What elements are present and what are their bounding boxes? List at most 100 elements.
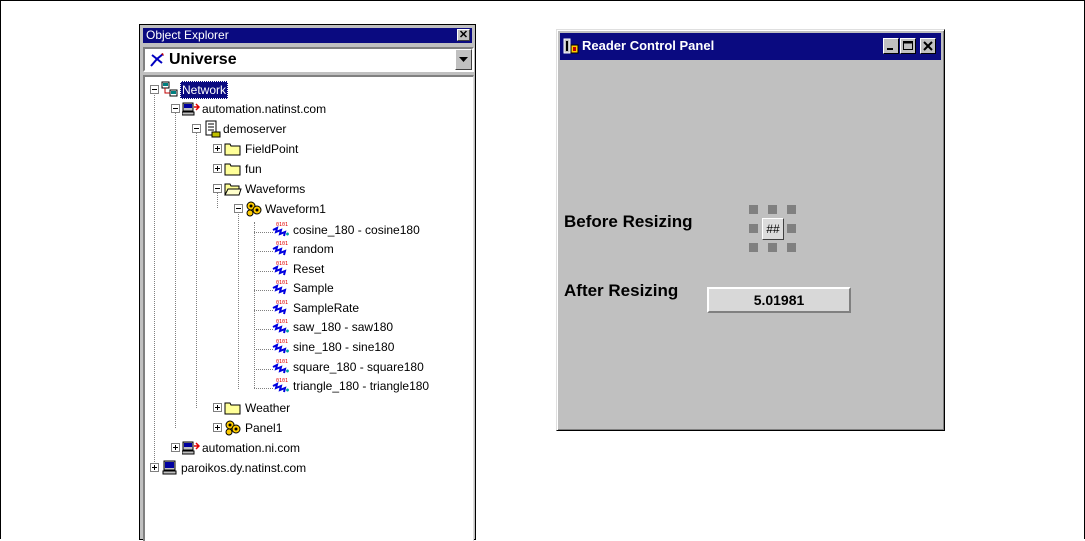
io-item-icon: 0101	[272, 280, 288, 295]
tree-node-demoserver[interactable]: demoserver	[145, 120, 465, 138]
resize-handle[interactable]	[749, 243, 758, 252]
collapse-toggle[interactable]	[234, 204, 243, 213]
tree-node-waveform1[interactable]: Waveform1	[145, 200, 465, 218]
close-button[interactable]: ✕	[457, 29, 470, 41]
io-item-icon: 0101	[272, 378, 289, 393]
universe-dropdown[interactable]: Universe	[143, 47, 474, 72]
tree-node-weather[interactable]: Weather	[145, 399, 465, 417]
chevron-down-icon	[459, 57, 468, 62]
tree-node-label: saw_180 - saw180	[293, 320, 394, 334]
folder-icon	[224, 402, 241, 415]
tree-node-label: Panel1	[245, 421, 283, 435]
tree-node-label: Network	[180, 81, 229, 99]
numeric-placeholder[interactable]: ##	[762, 218, 784, 240]
collapse-toggle[interactable]	[213, 184, 222, 193]
tree-node-io-item[interactable]: 0101 triangle_180 - triangle180	[145, 377, 465, 395]
tree-node-label: Waveforms	[245, 182, 306, 196]
tree-node-io-item[interactable]: 0101 SampleRate	[145, 299, 465, 317]
resize-handle[interactable]	[768, 205, 777, 214]
tree-node-io-item[interactable]: 0101 random	[145, 240, 465, 258]
tree-node-label: triangle_180 - triangle180	[293, 379, 430, 393]
close-button[interactable]	[920, 38, 936, 54]
tree-node-label: SampleRate	[293, 301, 360, 315]
resize-handle[interactable]	[749, 224, 758, 233]
resize-handle[interactable]	[749, 205, 758, 214]
expand-toggle[interactable]	[150, 463, 159, 472]
tree-node-label: Weather	[245, 401, 291, 415]
expand-toggle[interactable]	[213, 403, 222, 412]
tree-node-io-item[interactable]: 0101 Reset	[145, 260, 465, 278]
resize-handle[interactable]	[787, 205, 796, 214]
expand-toggle[interactable]	[213, 423, 222, 432]
tree-node-host[interactable]: automation.ni.com	[145, 439, 465, 457]
folder-icon	[224, 163, 241, 176]
folder-icon	[224, 143, 241, 156]
maximize-icon	[903, 41, 913, 50]
collapse-toggle[interactable]	[171, 104, 180, 113]
io-item-icon: 0101	[272, 261, 288, 276]
tree-node-label: Sample	[293, 281, 334, 295]
before-resizing-label: Before Resizing	[564, 212, 693, 231]
dropdown-button[interactable]	[455, 49, 472, 70]
minimize-icon	[887, 48, 893, 50]
tree-node-panel1[interactable]: Panel1	[145, 419, 465, 437]
tree-node-io-item[interactable]: 0101 Sample	[145, 279, 465, 297]
tree-node-io-item[interactable]: 0101 sine_180 - sine180	[145, 338, 465, 356]
collapse-toggle[interactable]	[150, 85, 159, 94]
server-host-icon	[182, 441, 200, 455]
tree-node-label: automation.natinst.com	[202, 102, 327, 116]
close-icon	[923, 41, 933, 51]
collapse-toggle[interactable]	[192, 124, 201, 133]
reader-panel-titlebar[interactable]: Reader Control Panel	[560, 33, 941, 60]
tree-node-fun[interactable]: fun	[145, 160, 465, 178]
tree-node-network[interactable]: Network	[145, 81, 465, 99]
server-host-icon	[182, 102, 200, 116]
document-server-icon	[205, 120, 221, 138]
app-icon	[563, 38, 579, 54]
tree-node-io-item[interactable]: 0101 cosine_180 - cosine180	[145, 221, 465, 239]
resize-handle[interactable]	[787, 224, 796, 233]
resize-handle-control[interactable]: ##	[749, 205, 797, 253]
frame-left	[0, 0, 1, 539]
computer-icon	[162, 460, 177, 475]
object-explorer-window: Object Explorer ✕ Universe Network autom…	[139, 24, 476, 541]
tree-node-label: paroikos.dy.natinst.com	[181, 461, 307, 475]
frame-top	[0, 0, 1085, 1]
universe-icon	[150, 53, 164, 67]
tree-node-label: square_180 - square180	[293, 360, 424, 374]
tree-node-label: demoserver	[223, 122, 287, 136]
numeric-indicator[interactable]: 5.01981	[707, 287, 851, 313]
network-icon	[161, 81, 178, 97]
expand-toggle[interactable]	[213, 144, 222, 153]
expand-toggle[interactable]	[171, 443, 180, 452]
after-resizing-label: After Resizing	[564, 281, 679, 300]
tree-node-label: FieldPoint	[245, 142, 299, 156]
io-item-icon: 0101	[272, 300, 288, 315]
tree-node-label: random	[293, 242, 334, 256]
io-item-icon: 0101	[272, 359, 289, 374]
panel-icon	[246, 201, 262, 217]
maximize-button[interactable]	[900, 38, 916, 54]
tree-node-label: Reset	[293, 262, 325, 276]
minimize-button[interactable]	[883, 38, 899, 54]
object-tree[interactable]: Network automation.natinst.com demoserve…	[143, 75, 474, 541]
resize-handle[interactable]	[768, 243, 777, 252]
tree-node-io-item[interactable]: 0101 saw_180 - saw180	[145, 318, 465, 336]
tree-node-waveforms[interactable]: Waveforms	[145, 180, 465, 198]
reader-control-panel-window: Reader Control Panel Before Resizing ## …	[556, 29, 945, 431]
io-item-icon: 0101	[272, 241, 288, 256]
object-explorer-title: Object Explorer	[146, 28, 229, 42]
tree-node-computer[interactable]: paroikos.dy.natinst.com	[145, 459, 465, 477]
tree-node-io-item[interactable]: 0101 square_180 - square180	[145, 358, 465, 376]
tree-node-label: sine_180 - sine180	[293, 340, 395, 354]
tree-node-host[interactable]: automation.natinst.com	[145, 100, 465, 118]
reader-panel-title: Reader Control Panel	[582, 38, 715, 53]
io-item-icon: 0101	[272, 222, 289, 237]
tree-node-label: cosine_180 - cosine180	[293, 223, 420, 237]
expand-toggle[interactable]	[213, 164, 222, 173]
panel-icon	[225, 420, 241, 436]
tree-node-fieldpoint[interactable]: FieldPoint	[145, 140, 465, 158]
object-explorer-titlebar: Object Explorer ✕	[143, 28, 472, 43]
resize-handle[interactable]	[787, 243, 796, 252]
universe-dropdown-value: Universe	[169, 51, 237, 68]
